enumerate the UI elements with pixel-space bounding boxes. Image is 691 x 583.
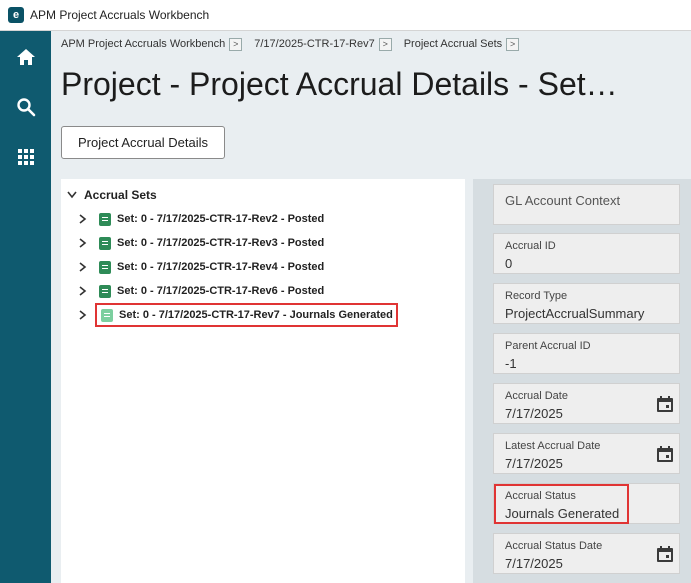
tree-item-rev6[interactable]: Set: 0 - 7/17/2025-CTR-17-Rev6 - Posted <box>77 281 324 301</box>
tree-item-rev7[interactable]: Set: 0 - 7/17/2025-CTR-17-Rev7 - Journal… <box>77 303 398 327</box>
chevron-right-icon[interactable] <box>77 261 89 273</box>
app-logo-icon: e <box>8 7 24 23</box>
chevron-right-icon[interactable] <box>77 213 89 225</box>
accrual-sets-tree: Accrual Sets Set: 0 - 7/17/2025-CTR-17-R… <box>61 179 465 583</box>
chevron-down-icon[interactable] <box>66 189 78 201</box>
accrual-status-date-field[interactable]: Accrual Status Date 7/17/2025 <box>493 533 680 574</box>
field-value: 7/17/2025 <box>505 456 563 471</box>
selected-item-highlight: Set: 0 - 7/17/2025-CTR-17-Rev7 - Journal… <box>95 303 398 327</box>
tree-item-rev2[interactable]: Set: 0 - 7/17/2025-CTR-17-Rev2 - Posted <box>77 209 324 229</box>
accrual-details-form: GL Account Context Accrual ID 0 Record T… <box>473 179 691 583</box>
window-titlebar: e APM Project Accruals Workbench <box>0 0 691 31</box>
breadcrumb-item-accrual-sets[interactable]: Project Accrual Sets <box>404 38 502 50</box>
record-type-field[interactable]: Record Type ProjectAccrualSummary <box>493 283 680 324</box>
field-label: Latest Accrual Date <box>505 440 601 452</box>
chevron-right-icon[interactable] <box>77 309 89 321</box>
breadcrumb-item-workbench[interactable]: APM Project Accruals Workbench <box>61 38 225 50</box>
project-accrual-details-button[interactable]: Project Accrual Details <box>61 126 225 159</box>
parent-accrual-id-field[interactable]: Parent Accrual ID -1 <box>493 333 680 374</box>
tree-item-rev4[interactable]: Set: 0 - 7/17/2025-CTR-17-Rev4 - Posted <box>77 257 324 277</box>
accrual-set-icon <box>99 236 111 250</box>
tree-root-label: Accrual Sets <box>84 188 157 202</box>
field-label: Parent Accrual ID <box>505 340 591 352</box>
breadcrumb-chevron-icon[interactable]: > <box>229 37 243 51</box>
field-label: GL Account Context <box>505 193 621 208</box>
field-value: ProjectAccrualSummary <box>505 306 645 321</box>
field-label: Accrual Status Date <box>505 540 603 552</box>
tree-item-label: Set: 0 - 7/17/2025-CTR-17-Rev7 - Journal… <box>119 309 393 321</box>
latest-accrual-date-field[interactable]: Latest Accrual Date 7/17/2025 <box>493 433 680 474</box>
nav-home-button[interactable] <box>0 37 51 77</box>
chevron-right-icon[interactable] <box>77 237 89 249</box>
grid-icon <box>17 149 34 165</box>
accrual-set-icon <box>99 260 111 274</box>
tree-root-accrual-sets[interactable]: Accrual Sets <box>66 188 157 202</box>
tree-item-label: Set: 0 - 7/17/2025-CTR-17-Rev3 - Posted <box>117 237 325 249</box>
accrual-set-icon <box>99 284 111 298</box>
tree-item-label: Set: 0 - 7/17/2025-CTR-17-Rev6 - Posted <box>117 285 325 297</box>
field-value: 7/17/2025 <box>505 556 563 571</box>
home-icon <box>16 49 35 65</box>
breadcrumb-chevron-icon[interactable]: > <box>378 37 392 51</box>
field-label: Accrual ID <box>505 240 556 252</box>
calendar-icon[interactable] <box>655 444 675 464</box>
gl-account-context-field[interactable]: GL Account Context <box>493 184 680 225</box>
app-logo-letter: e <box>12 8 20 21</box>
accrual-set-icon <box>99 212 111 226</box>
page-title: Project - Project Accrual Details - Set… <box>61 66 618 102</box>
field-value: 7/17/2025 <box>505 406 563 421</box>
accrual-set-icon <box>101 308 113 322</box>
tree-item-label: Set: 0 - 7/17/2025-CTR-17-Rev4 - Posted <box>117 261 325 273</box>
search-icon <box>16 98 35 117</box>
field-value: 0 <box>505 256 513 271</box>
calendar-icon[interactable] <box>655 544 675 564</box>
breadcrumb: APM Project Accruals Workbench > 7/17/20… <box>61 36 531 52</box>
breadcrumb-item-rev7[interactable]: 7/17/2025-CTR-17-Rev7 <box>254 38 374 50</box>
calendar-icon[interactable] <box>655 394 675 414</box>
accrual-id-field[interactable]: Accrual ID 0 <box>493 233 680 274</box>
breadcrumb-chevron-icon[interactable]: > <box>506 37 520 51</box>
chevron-right-icon[interactable] <box>77 285 89 297</box>
left-nav <box>0 31 51 583</box>
main-content: APM Project Accruals Workbench > 7/17/20… <box>51 31 691 583</box>
tree-item-rev3[interactable]: Set: 0 - 7/17/2025-CTR-17-Rev3 - Posted <box>77 233 324 253</box>
field-label: Record Type <box>505 290 568 302</box>
nav-apps-button[interactable] <box>0 137 51 177</box>
status-highlight-box <box>494 484 629 524</box>
accrual-date-field[interactable]: Accrual Date 7/17/2025 <box>493 383 680 424</box>
nav-search-button[interactable] <box>0 87 51 127</box>
window-title: APM Project Accruals Workbench <box>30 8 210 22</box>
field-label: Accrual Date <box>505 390 568 402</box>
field-value: -1 <box>505 356 517 371</box>
tree-item-label: Set: 0 - 7/17/2025-CTR-17-Rev2 - Posted <box>117 213 325 225</box>
